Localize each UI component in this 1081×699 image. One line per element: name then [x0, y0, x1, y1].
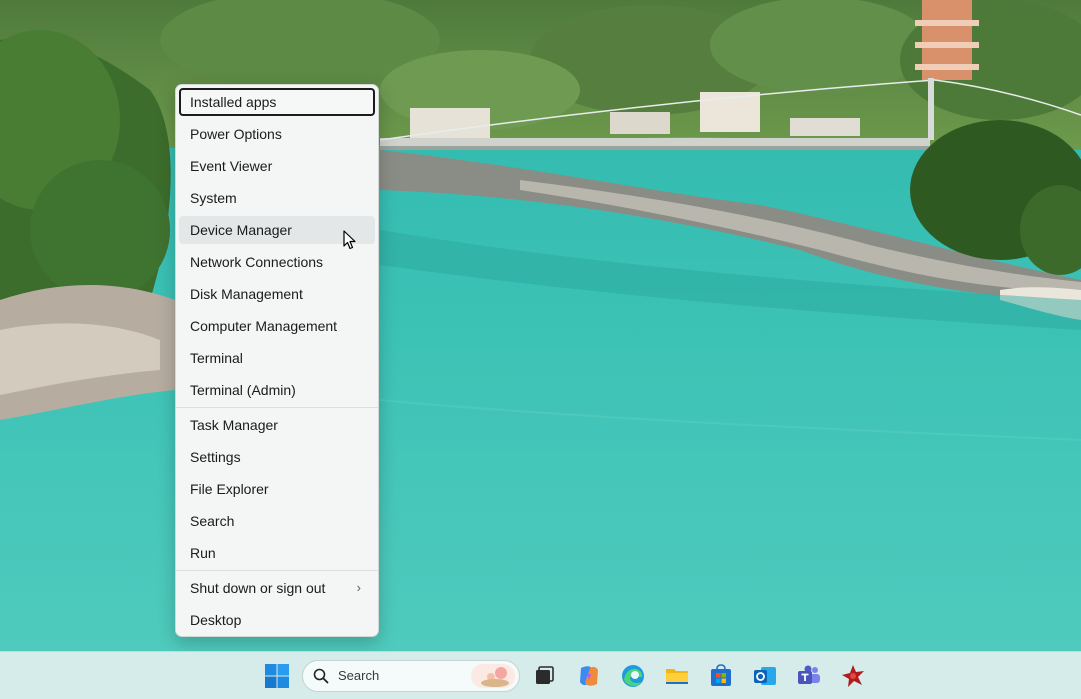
file-explorer-icon[interactable]: [663, 662, 691, 690]
menu-item-label: Shut down or sign out: [190, 580, 326, 596]
menu-item-label: File Explorer: [190, 481, 269, 497]
menu-item-power-options[interactable]: Power Options: [179, 120, 375, 148]
outlook-icon[interactable]: [751, 662, 779, 690]
menu-separator: [176, 407, 378, 408]
search-icon: [313, 668, 329, 684]
menu-item-search[interactable]: Search: [179, 507, 375, 535]
copilot-icon[interactable]: [575, 662, 603, 690]
menu-item-disk-management[interactable]: Disk Management: [179, 280, 375, 308]
search-placeholder: Search: [338, 668, 380, 683]
menu-item-label: Settings: [190, 449, 241, 465]
menu-item-label: Run: [190, 545, 216, 561]
menu-item-label: Power Options: [190, 126, 282, 142]
mouse-pointer-icon: [343, 230, 357, 250]
menu-item-label: Terminal (Admin): [190, 382, 296, 398]
menu-item-terminal-admin[interactable]: Terminal (Admin): [179, 376, 375, 404]
menu-item-installed-apps[interactable]: Installed apps: [179, 88, 375, 116]
menu-item-run[interactable]: Run: [179, 539, 375, 567]
menu-item-label: Disk Management: [190, 286, 303, 302]
menu-item-label: Task Manager: [190, 417, 278, 433]
task-view-icon[interactable]: [530, 662, 558, 690]
win-x-context-menu: Installed apps Power Options Event Viewe…: [175, 84, 379, 637]
menu-item-label: Event Viewer: [190, 158, 273, 174]
menu-item-network-connections[interactable]: Network Connections: [179, 248, 375, 276]
menu-item-label: Installed apps: [190, 94, 277, 110]
teams-icon[interactable]: [795, 662, 823, 690]
menu-item-system[interactable]: System: [179, 184, 375, 212]
store-icon[interactable]: [707, 662, 735, 690]
menu-item-label: Search: [190, 513, 235, 529]
menu-item-label: Terminal: [190, 350, 243, 366]
taskbar-search-box[interactable]: Search: [302, 660, 520, 692]
menu-separator: [176, 570, 378, 571]
menu-item-label: Desktop: [190, 612, 242, 628]
menu-item-label: Network Connections: [190, 254, 324, 270]
menu-item-computer-management[interactable]: Computer Management: [179, 312, 375, 340]
search-highlight-image: [471, 664, 515, 688]
menu-item-task-manager[interactable]: Task Manager: [179, 411, 375, 439]
menu-item-desktop[interactable]: Desktop: [179, 606, 375, 634]
menu-item-label: Computer Management: [190, 318, 338, 334]
menu-item-label: System: [190, 190, 237, 206]
taskbar: Search: [0, 651, 1081, 699]
chevron-right-icon: ›: [356, 580, 361, 595]
menu-item-event-viewer[interactable]: Event Viewer: [179, 152, 375, 180]
menu-item-settings[interactable]: Settings: [179, 443, 375, 471]
menu-item-file-explorer[interactable]: File Explorer: [179, 475, 375, 503]
app-icon[interactable]: [839, 662, 867, 690]
menu-item-terminal[interactable]: Terminal: [179, 344, 375, 372]
menu-item-shut-down-or-sign-out[interactable]: Shut down or sign out ›: [179, 574, 375, 602]
edge-icon[interactable]: [619, 662, 647, 690]
desktop-wallpaper[interactable]: [0, 0, 1081, 651]
menu-item-label: Device Manager: [190, 222, 292, 238]
windows-start-icon[interactable]: [263, 662, 291, 690]
